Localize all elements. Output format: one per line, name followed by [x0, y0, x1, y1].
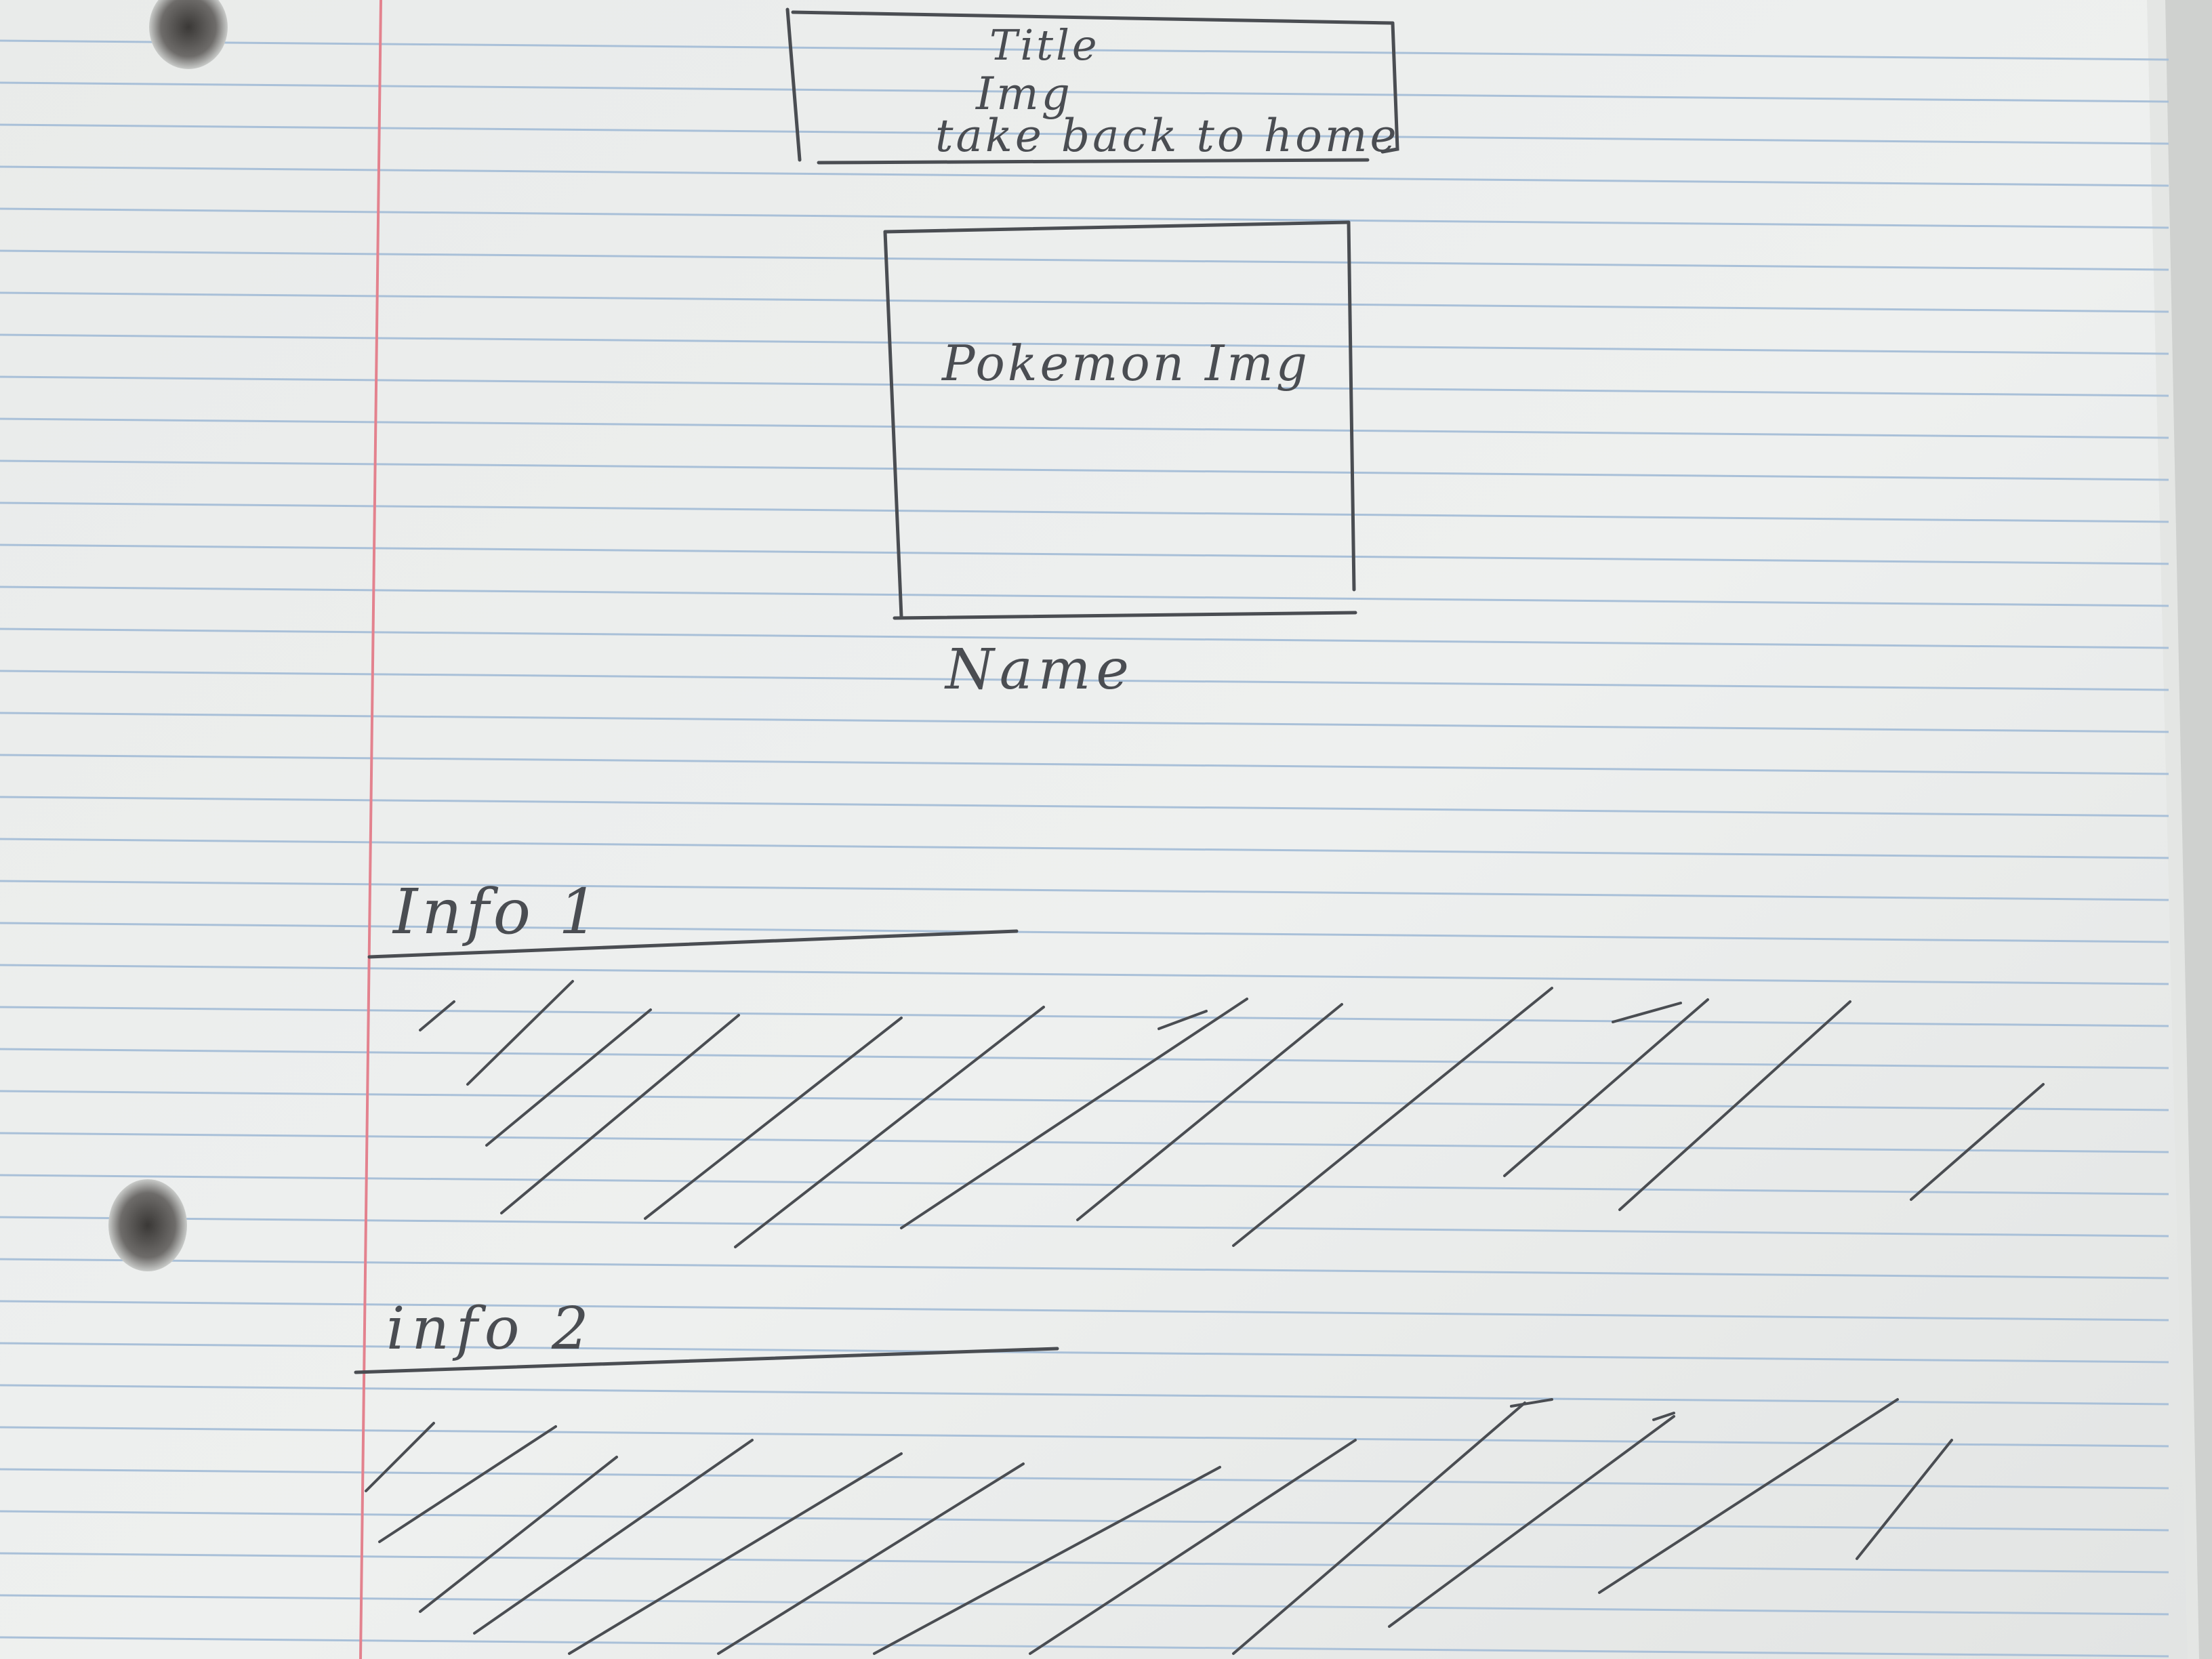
paper-sheet	[0, 0, 2188, 1659]
pokemon-image-label: Pokemon Img	[942, 335, 1310, 392]
header-title-text: Title	[989, 20, 1100, 70]
info-1-heading: Info 1	[393, 876, 602, 948]
sketch-drawing	[0, 0, 2212, 1659]
info-2-heading: info 2	[386, 1295, 596, 1363]
notebook-photo: Title Img take back to home Pokemon Img …	[0, 0, 2212, 1659]
header-home-link-text: take back to home	[935, 110, 1399, 162]
pokemon-name-label: Name	[945, 638, 1134, 702]
binder-hole-middle	[108, 1179, 187, 1271]
